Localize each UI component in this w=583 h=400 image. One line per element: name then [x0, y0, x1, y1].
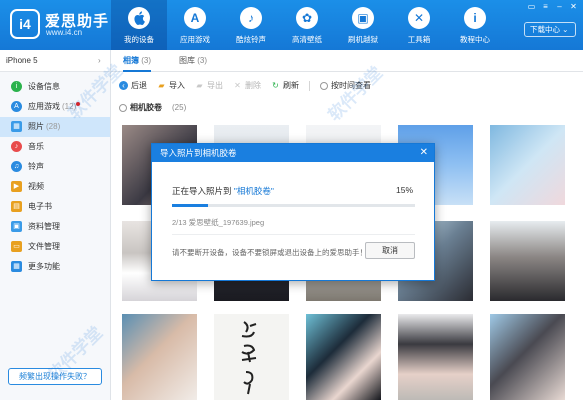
photo-thumbnail[interactable]	[398, 314, 473, 400]
bell-icon: ♫	[11, 161, 22, 173]
apps-icon: A	[11, 101, 22, 113]
box-icon: ▣	[352, 7, 374, 29]
sidebar-item-file-management[interactable]: ▭ 文件管理	[0, 237, 110, 257]
contacts-icon: ▣	[11, 221, 22, 233]
main-nav: 我的设备 A 应用游戏 ♪ 酷炫铃声 ✿ 高清壁纸 ▣ 刷机越狱 ✕ 工具箱 i…	[111, 0, 503, 50]
app-store-icon: A	[184, 7, 206, 29]
minimize-icon[interactable]: –	[554, 2, 565, 12]
sidebar-item-data-management[interactable]: ▣ 资料管理	[0, 217, 110, 237]
feedback-button[interactable]: 频繁出现操作失败？	[8, 368, 102, 385]
photo-thumbnail[interactable]	[306, 314, 381, 400]
sidebar-item-apps[interactable]: A 应用游戏 (12)	[0, 97, 110, 117]
photo-thumbnail[interactable]	[490, 125, 565, 205]
skin-icon[interactable]: ▭	[526, 2, 537, 12]
notification-dot	[76, 102, 81, 106]
photo-thumbnail[interactable]	[490, 314, 565, 400]
photo-thumbnail[interactable]	[122, 314, 197, 400]
nav-flash-jailbreak[interactable]: ▣ 刷机越狱	[335, 0, 391, 50]
sidebar-item-photos[interactable]: ▦ 照片 (28)	[0, 117, 110, 137]
app-url: www.i4.cn	[46, 28, 83, 37]
radio-unchecked-icon	[320, 81, 328, 90]
calligraphy-image	[241, 321, 257, 395]
refresh-icon: ↻	[272, 81, 279, 90]
view-by-time-radio[interactable]: 按时间查看	[320, 80, 371, 91]
music-icon: ♪	[11, 141, 22, 153]
bell-icon: ♪	[240, 7, 262, 29]
progress-bar	[172, 204, 415, 207]
tab-gallery[interactable]: 图库 (3)	[179, 50, 207, 72]
sidebar-item-music[interactable]: ♪ 音乐	[0, 137, 110, 157]
device-name: iPhone 5	[6, 56, 38, 65]
cancel-button[interactable]: 取消	[365, 242, 415, 259]
device-selector[interactable]: iPhone 5 ›	[0, 50, 110, 72]
delete-button[interactable]: ✕ 删除	[233, 80, 261, 91]
nav-apps-games[interactable]: A 应用游戏	[167, 0, 223, 50]
dialog-divider	[172, 234, 415, 235]
back-button[interactable]: ‹ 后退	[119, 80, 147, 91]
album-selector[interactable]: 相机胶卷 (25)	[119, 102, 186, 113]
import-icon: ▰	[158, 81, 165, 90]
menu-icon[interactable]: ≡	[540, 2, 551, 12]
tools-icon: ✕	[408, 7, 430, 29]
album-name: 相机胶卷	[130, 103, 162, 112]
close-icon[interactable]: ✕	[568, 2, 579, 12]
tab-bar: 相簿 (3) 图库 (3)	[111, 50, 583, 72]
import-photos-dialog: 导入照片到相机胶卷 ✕ 正在导入照片到 "相机胶卷" 15% 2/13 爱思壁纸…	[151, 143, 435, 281]
sidebar-list: i 设备信息 A 应用游戏 (12) ▦ 照片 (28) ♪ 音乐 ♫ 铃声 ▶ 视频 ▤ 电子书…	[0, 72, 110, 277]
photo-thumbnail[interactable]	[490, 221, 565, 301]
chevron-down-icon: ⌄	[562, 25, 569, 34]
radio-unchecked-icon	[119, 103, 127, 112]
nav-tutorials[interactable]: i 教程中心	[447, 0, 503, 50]
sidebar-item-more[interactable]: ▦ 更多功能	[0, 257, 110, 277]
info-icon: i	[11, 81, 22, 93]
back-arrow-icon: ‹	[119, 81, 128, 90]
import-button[interactable]: ▰ 导入	[157, 80, 185, 91]
chevron-right-icon: ›	[98, 56, 101, 65]
sidebar-item-ebooks[interactable]: ▤ 电子书	[0, 197, 110, 217]
nav-my-device[interactable]: 我的设备	[111, 0, 167, 50]
current-file: 2/13 爱思壁纸_197639.jpeg	[172, 218, 265, 227]
logo-badge-icon: i4	[10, 9, 40, 39]
sidebar-item-videos[interactable]: ▶ 视频	[0, 177, 110, 197]
photo-thumbnail[interactable]	[214, 314, 289, 400]
progress-percent: 15%	[395, 185, 413, 195]
sidebar: iPhone 5 › i 设备信息 A 应用游戏 (12) ▦ 照片 (28) ♪ 音乐 ♫…	[0, 50, 111, 400]
download-center-button[interactable]: 下载中心 ⌄	[524, 22, 576, 37]
more-icon: ▦	[11, 261, 22, 273]
flower-icon: ✿	[296, 7, 318, 29]
export-button[interactable]: ▰ 导出	[195, 80, 223, 91]
window-controls: ▭ ≡ – ✕	[526, 2, 579, 12]
export-icon: ▰	[196, 81, 203, 90]
close-icon[interactable]: ✕	[420, 144, 428, 162]
dialog-title: 导入照片到相机胶卷	[160, 148, 237, 158]
video-icon: ▶	[11, 181, 22, 193]
tab-albums[interactable]: 相簿 (3)	[123, 50, 152, 72]
album-count: (25)	[172, 103, 187, 112]
toolbar-divider	[309, 80, 310, 91]
trash-icon: ✕	[234, 81, 241, 90]
apple-icon	[128, 7, 150, 29]
sidebar-item-ringtones[interactable]: ♫ 铃声	[0, 157, 110, 177]
nav-toolbox[interactable]: ✕ 工具箱	[391, 0, 447, 50]
folder-icon: ▭	[11, 241, 22, 253]
top-bar: i4 爱思助手 www.i4.cn 我的设备 A 应用游戏 ♪ 酷炫铃声 ✿ 高…	[0, 0, 583, 50]
nav-wallpapers[interactable]: ✿ 高清壁纸	[279, 0, 335, 50]
app-logo: i4 爱思助手 www.i4.cn	[10, 9, 110, 41]
import-status: 正在导入照片到 "相机胶卷"	[172, 186, 274, 196]
progress-bar-fill	[172, 204, 209, 207]
dialog-title-bar: 导入照片到相机胶卷 ✕	[152, 144, 434, 162]
photo-icon: ▦	[11, 121, 22, 133]
refresh-button[interactable]: ↻ 刷新	[271, 80, 299, 91]
dialog-warning: 请不要断开设备，设备不要锁屏或退出设备上的爱思助手！	[172, 248, 367, 257]
nav-ringtones[interactable]: ♪ 酷炫铃声	[223, 0, 279, 50]
photo-toolbar: ‹ 后退 ▰ 导入 ▰ 导出 ✕ 删除 ↻ 刷新 按时间查看	[119, 80, 371, 91]
book-icon: ▤	[11, 201, 22, 213]
info-icon: i	[464, 7, 486, 29]
sidebar-item-device-info[interactable]: i 设备信息	[0, 77, 110, 97]
